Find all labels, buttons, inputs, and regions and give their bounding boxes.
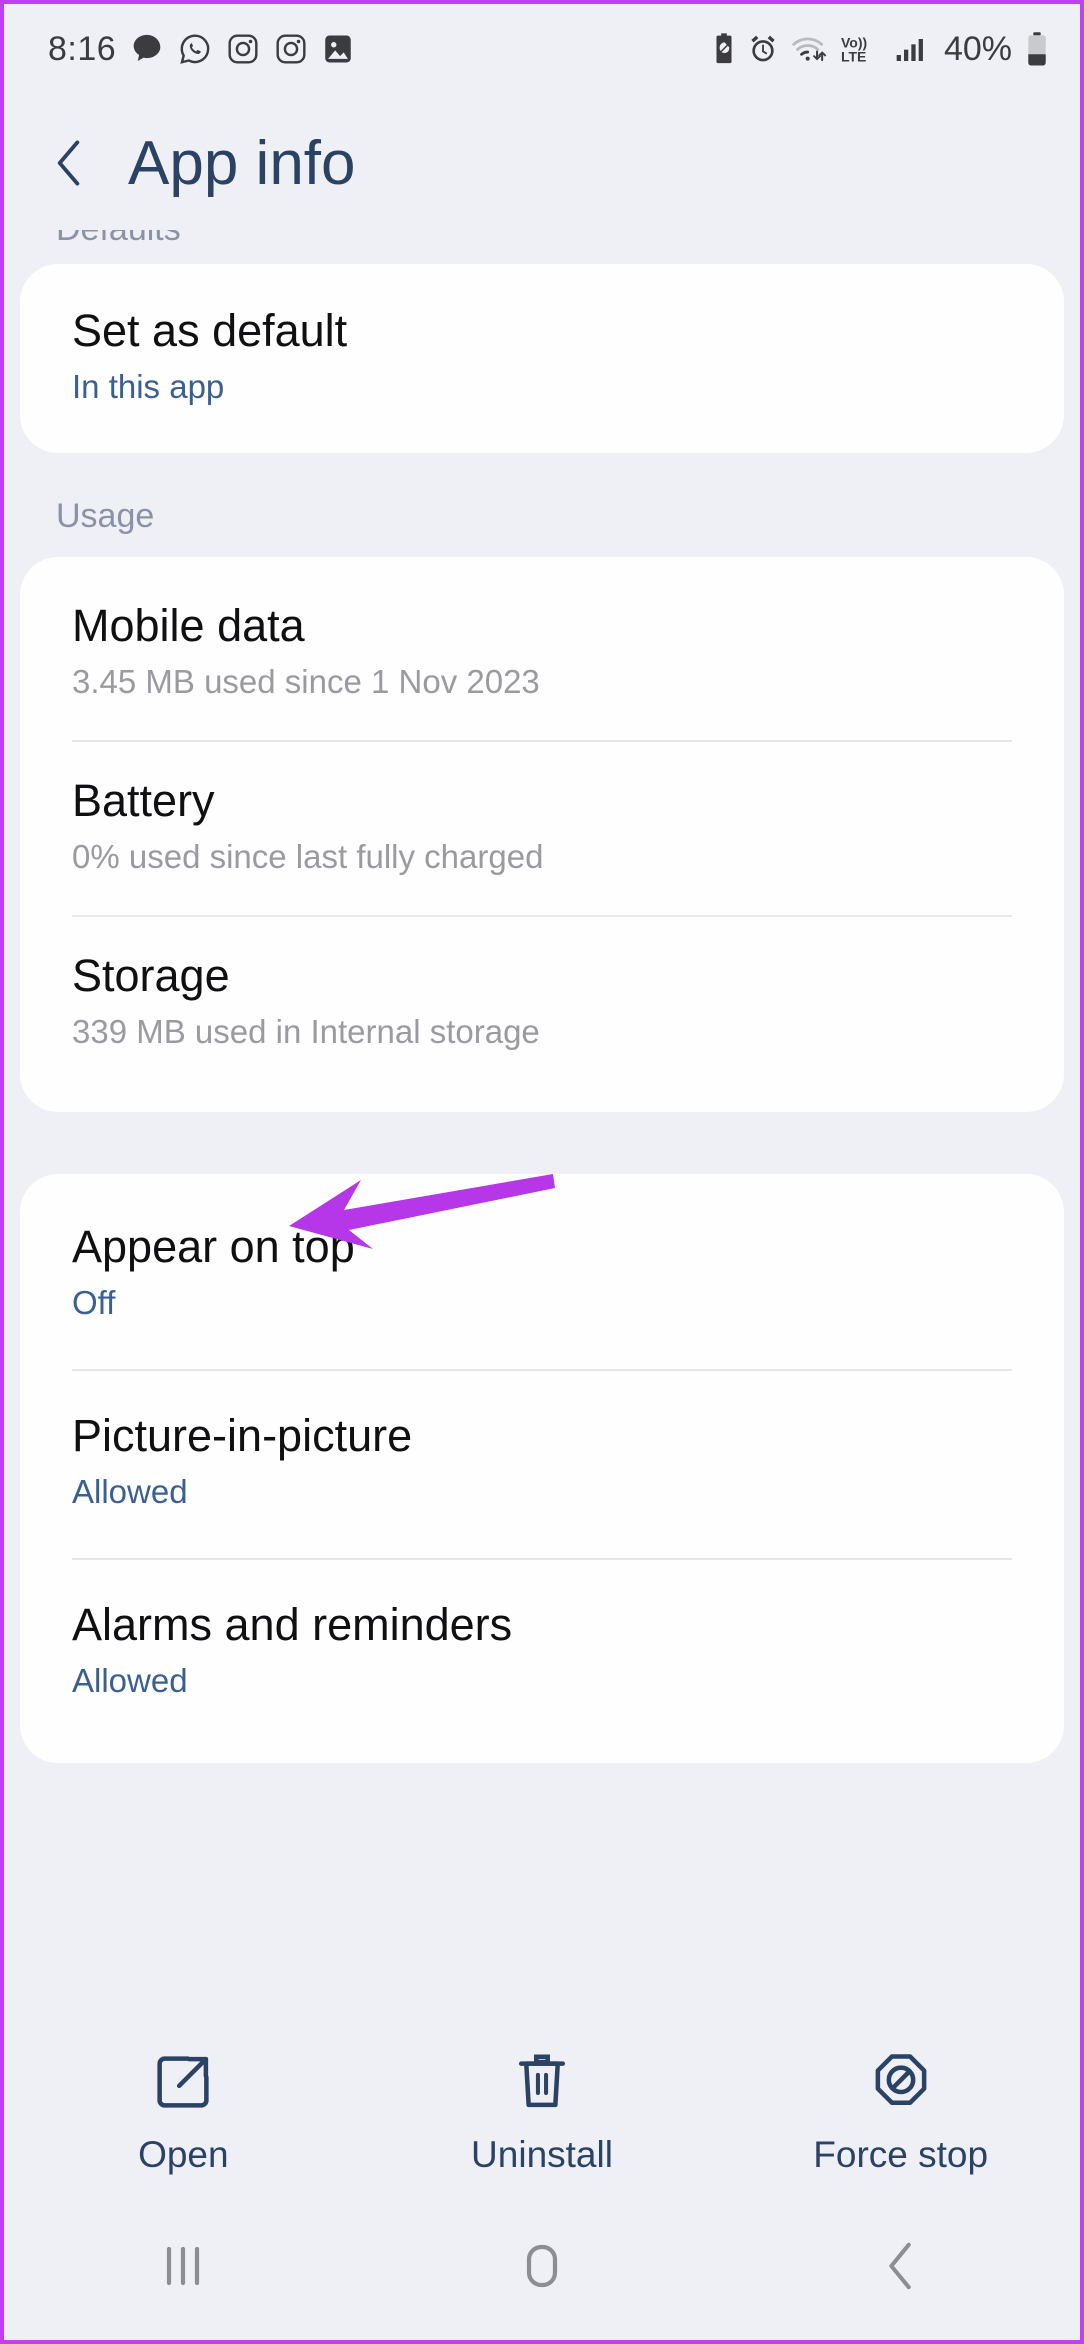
row-subtitle: 0% used since last fully charged <box>72 838 544 876</box>
row-title: Picture-in-picture <box>72 1409 413 1461</box>
row-subtitle: 339 MB used in Internal storage <box>72 1013 540 1051</box>
status-bar-left: 8:16 <box>48 30 354 69</box>
settings-scroll-area[interactable]: Defaults Set as default In this app Usag… <box>4 230 1080 2030</box>
phone-screen: 8:16 Vo)) LTE 40% App info Set as defaul… <box>0 0 1084 2344</box>
row-title: Appear on top <box>72 1220 355 1272</box>
row-title: Battery <box>72 774 215 826</box>
battery-icon <box>1024 31 1050 67</box>
back-button[interactable] <box>721 2239 1080 2298</box>
defaults-card: Set as default In this app <box>20 264 1064 453</box>
force-stop-button[interactable]: Force stop <box>721 2051 1080 2176</box>
whatsapp-icon <box>178 32 212 66</box>
list-item-alarms-and-reminders[interactable]: Alarms and reminders Allowed <box>20 1557 1064 1763</box>
section-header-usage: Usage <box>56 496 155 535</box>
signal-icon <box>894 33 930 65</box>
status-time: 8:16 <box>48 29 117 68</box>
usage-card: Mobile data 3.45 MB used since 1 Nov 202… <box>20 556 1064 1112</box>
list-item-battery[interactable]: Battery 0% used since last fully charged <box>20 739 1064 915</box>
recents-button[interactable] <box>4 2240 363 2297</box>
section-header-defaults: Defaults <box>4 230 1080 242</box>
page-title: App info <box>128 128 356 198</box>
list-item-storage[interactable]: Storage 339 MB used in Internal storage <box>20 914 1064 1112</box>
status-bar-right: Vo)) LTE 40% <box>712 30 1050 69</box>
trash-icon <box>511 2051 573 2118</box>
list-item-appear-on-top[interactable]: Appear on top Off <box>20 1174 1064 1369</box>
uninstall-button[interactable]: Uninstall <box>363 2051 722 2176</box>
action-label: Open <box>138 2133 229 2175</box>
home-button[interactable] <box>363 2240 722 2297</box>
row-subtitle: Allowed <box>72 1473 188 1511</box>
bottom-action-bar: Open Uninstall Force stop <box>4 2030 1080 2196</box>
app-bar: App info <box>4 96 1080 230</box>
row-title: Set as default <box>72 305 348 356</box>
force-stop-icon <box>870 2051 932 2118</box>
open-button[interactable]: Open <box>4 2051 363 2176</box>
instagram-icon <box>274 32 308 66</box>
battery-saver-icon <box>712 32 736 66</box>
open-external-icon <box>152 2051 214 2118</box>
recents-icon <box>155 2240 211 2297</box>
wifi-icon <box>790 33 828 65</box>
list-item-mobile-data[interactable]: Mobile data 3.45 MB used since 1 Nov 202… <box>20 557 1064 740</box>
home-icon <box>516 2240 568 2297</box>
action-label: Uninstall <box>471 2133 613 2175</box>
row-title: Alarms and reminders <box>72 1598 513 1650</box>
list-item-picture-in-picture[interactable]: Picture-in-picture Allowed <box>20 1368 1064 1558</box>
alarm-icon <box>747 33 779 65</box>
svg-text:LTE: LTE <box>841 49 866 65</box>
row-subtitle: Off <box>72 1284 116 1322</box>
row-subtitle: In this app <box>72 368 225 406</box>
row-title: Storage <box>72 949 230 1001</box>
status-bar: 8:16 Vo)) LTE 40% <box>4 4 1080 94</box>
gallery-icon <box>322 32 354 66</box>
android-nav-bar <box>4 2196 1080 2340</box>
instagram-icon <box>226 32 260 66</box>
back-chevron-icon[interactable] <box>52 138 88 188</box>
row-subtitle: Allowed <box>72 1662 188 1699</box>
battery-percent-label: 40% <box>943 29 1012 68</box>
action-label: Force stop <box>813 2133 989 2175</box>
permissions-card: Appear on top Off Picture-in-picture All… <box>20 1173 1064 1763</box>
list-item-set-as-default[interactable]: Set as default In this app <box>20 264 1064 453</box>
row-title: Mobile data <box>72 599 305 651</box>
volte-icon: Vo)) LTE <box>839 33 883 65</box>
messages-icon <box>130 32 164 66</box>
row-subtitle: 3.45 MB used since 1 Nov 2023 <box>72 663 540 701</box>
back-icon <box>879 2239 923 2298</box>
